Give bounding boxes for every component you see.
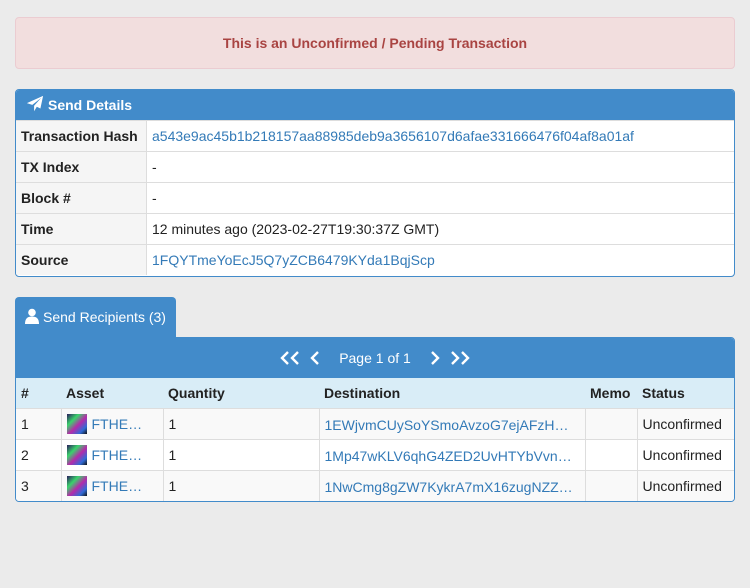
destination-link[interactable]: 1EWjvmCUySoYSmoAvzoG7ejAFzHaH8e8kM — [325, 417, 575, 433]
chevron-right-icon — [430, 351, 440, 365]
asset-cell[interactable]: FTHESTEALTH — [61, 439, 164, 471]
destination-cell[interactable]: 1NwCmg8gZW7KykrA7mX16zugNZZq9aTrBH — [319, 470, 586, 501]
destination-link[interactable]: 1NwCmg8gZW7KykrA7mX16zugNZZq9aTrBH — [325, 479, 575, 495]
detail-row-time: Time 12 minutes ago (2023-02-27T19:30:37… — [16, 213, 734, 245]
transaction-hash-value[interactable]: a543e9ac45b1b218157aa88985deb9a3656107d6… — [152, 128, 634, 144]
send-details-panel: Send Details Transaction Hash a543e9ac45… — [15, 89, 735, 277]
pending-alert-text: This is an Unconfirmed / Pending Transac… — [222, 35, 528, 51]
row-number: 3 — [16, 470, 62, 501]
status-cell: Unconfirmed — [637, 470, 734, 501]
time-value: 12 minutes ago (2023-02-27T19:30:37Z GMT… — [146, 213, 734, 245]
table-row: 2 FTHESTEALTH 1 1Mp47wKLV6qhG4ZED2UvHTYb… — [16, 439, 734, 471]
tab-send-recipients-label: Send Recipients (3) — [43, 309, 166, 325]
col-header-status[interactable]: Status — [637, 378, 734, 409]
detail-label: Transaction Hash — [16, 120, 147, 152]
recipients-table: # Asset Quantity Destination Memo Status… — [16, 378, 734, 501]
recipients-panel: Page 1 of 1 # Asset Quantity Destination… — [15, 337, 735, 502]
detail-row-source: Source 1FQYTmeYoEcJ5Q7yZCB6479KYda1BqjSc… — [16, 244, 734, 275]
detail-label: TX Index — [16, 151, 147, 183]
col-header-asset[interactable]: Asset — [61, 378, 163, 409]
detail-row-tx-index: TX Index - — [16, 151, 734, 183]
status-cell: Unconfirmed — [637, 439, 734, 471]
prev-page-button[interactable] — [303, 345, 329, 371]
recipients-header-row: # Asset Quantity Destination Memo Status — [16, 378, 734, 409]
asset-link[interactable]: FTHESTEALTH — [92, 447, 150, 463]
send-details-table: Transaction Hash a543e9ac45b1b218157aa88… — [16, 120, 734, 275]
first-page-button[interactable] — [277, 345, 303, 371]
last-page-button[interactable] — [447, 345, 473, 371]
asset-thumbnail — [66, 476, 87, 496]
col-header-memo[interactable]: Memo — [585, 378, 637, 409]
detail-row-hash: Transaction Hash a543e9ac45b1b218157aa88… — [16, 120, 734, 152]
quantity-cell: 1 — [163, 439, 320, 471]
next-page-button[interactable] — [421, 345, 447, 371]
send-details-heading: Send Details — [16, 90, 734, 120]
detail-label: Source — [16, 244, 147, 275]
table-row: 1 FTHESTEALTH 1 1EWjvmCUySoYSmoAvzoG7ejA… — [16, 408, 734, 440]
asset-thumbnail — [66, 414, 87, 434]
destination-cell[interactable]: 1Mp47wKLV6qhG4ZED2UvHTYbVvnTcKq1Jm — [319, 439, 586, 471]
table-row: 3 FTHESTEALTH 1 1NwCmg8gZW7KykrA7mX16zug… — [16, 470, 734, 501]
memo-cell — [585, 408, 638, 440]
destination-link[interactable]: 1Mp47wKLV6qhG4ZED2UvHTYbVvnTcKq1Jm — [325, 448, 575, 464]
col-header-destination[interactable]: Destination — [319, 378, 585, 409]
page-indicator: Page 1 of 1 — [339, 350, 411, 366]
pagination: Page 1 of 1 — [16, 338, 734, 378]
col-header-quantity[interactable]: Quantity — [163, 378, 319, 409]
transaction-hash-link[interactable]: a543e9ac45b1b218157aa88985deb9a3656107d6… — [146, 120, 734, 152]
asset-thumbnail — [66, 445, 87, 465]
memo-cell — [585, 470, 638, 501]
memo-cell — [585, 439, 638, 471]
block-value: - — [146, 182, 734, 214]
quantity-cell: 1 — [163, 470, 320, 501]
source-link-cell[interactable]: 1FQYTmeYoEcJ5Q7yZCB6479KYda1BqjScp — [146, 244, 734, 275]
asset-link[interactable]: FTHESTEALTH — [92, 416, 150, 432]
pending-alert: This is an Unconfirmed / Pending Transac… — [15, 17, 735, 69]
tx-index-value: - — [146, 151, 734, 183]
detail-label: Time — [16, 213, 147, 245]
send-details-title: Send Details — [48, 97, 133, 113]
asset-link[interactable]: FTHESTEALTH — [92, 478, 150, 494]
detail-label: Block # — [16, 182, 147, 214]
recipients-tabs: Send Recipients (3) — [15, 297, 176, 337]
chevron-left-icon — [310, 351, 320, 365]
row-number: 2 — [16, 439, 62, 471]
source-address-link[interactable]: 1FQYTmeYoEcJ5Q7yZCB6479KYda1BqjScp — [152, 252, 435, 268]
destination-cell[interactable]: 1EWjvmCUySoYSmoAvzoG7ejAFzHaH8e8kM — [319, 408, 586, 440]
col-header-num[interactable]: # — [16, 378, 61, 409]
row-number: 1 — [16, 408, 62, 440]
quantity-cell: 1 — [163, 408, 320, 440]
asset-cell[interactable]: FTHESTEALTH — [61, 470, 164, 501]
user-icon — [25, 308, 43, 327]
double-chevron-left-icon — [280, 351, 300, 365]
status-cell: Unconfirmed — [637, 408, 734, 440]
detail-row-block: Block # - — [16, 182, 734, 214]
asset-cell[interactable]: FTHESTEALTH — [61, 408, 164, 440]
paper-plane-icon — [26, 95, 48, 116]
tab-send-recipients[interactable]: Send Recipients (3) — [15, 297, 176, 337]
double-chevron-right-icon — [450, 351, 470, 365]
